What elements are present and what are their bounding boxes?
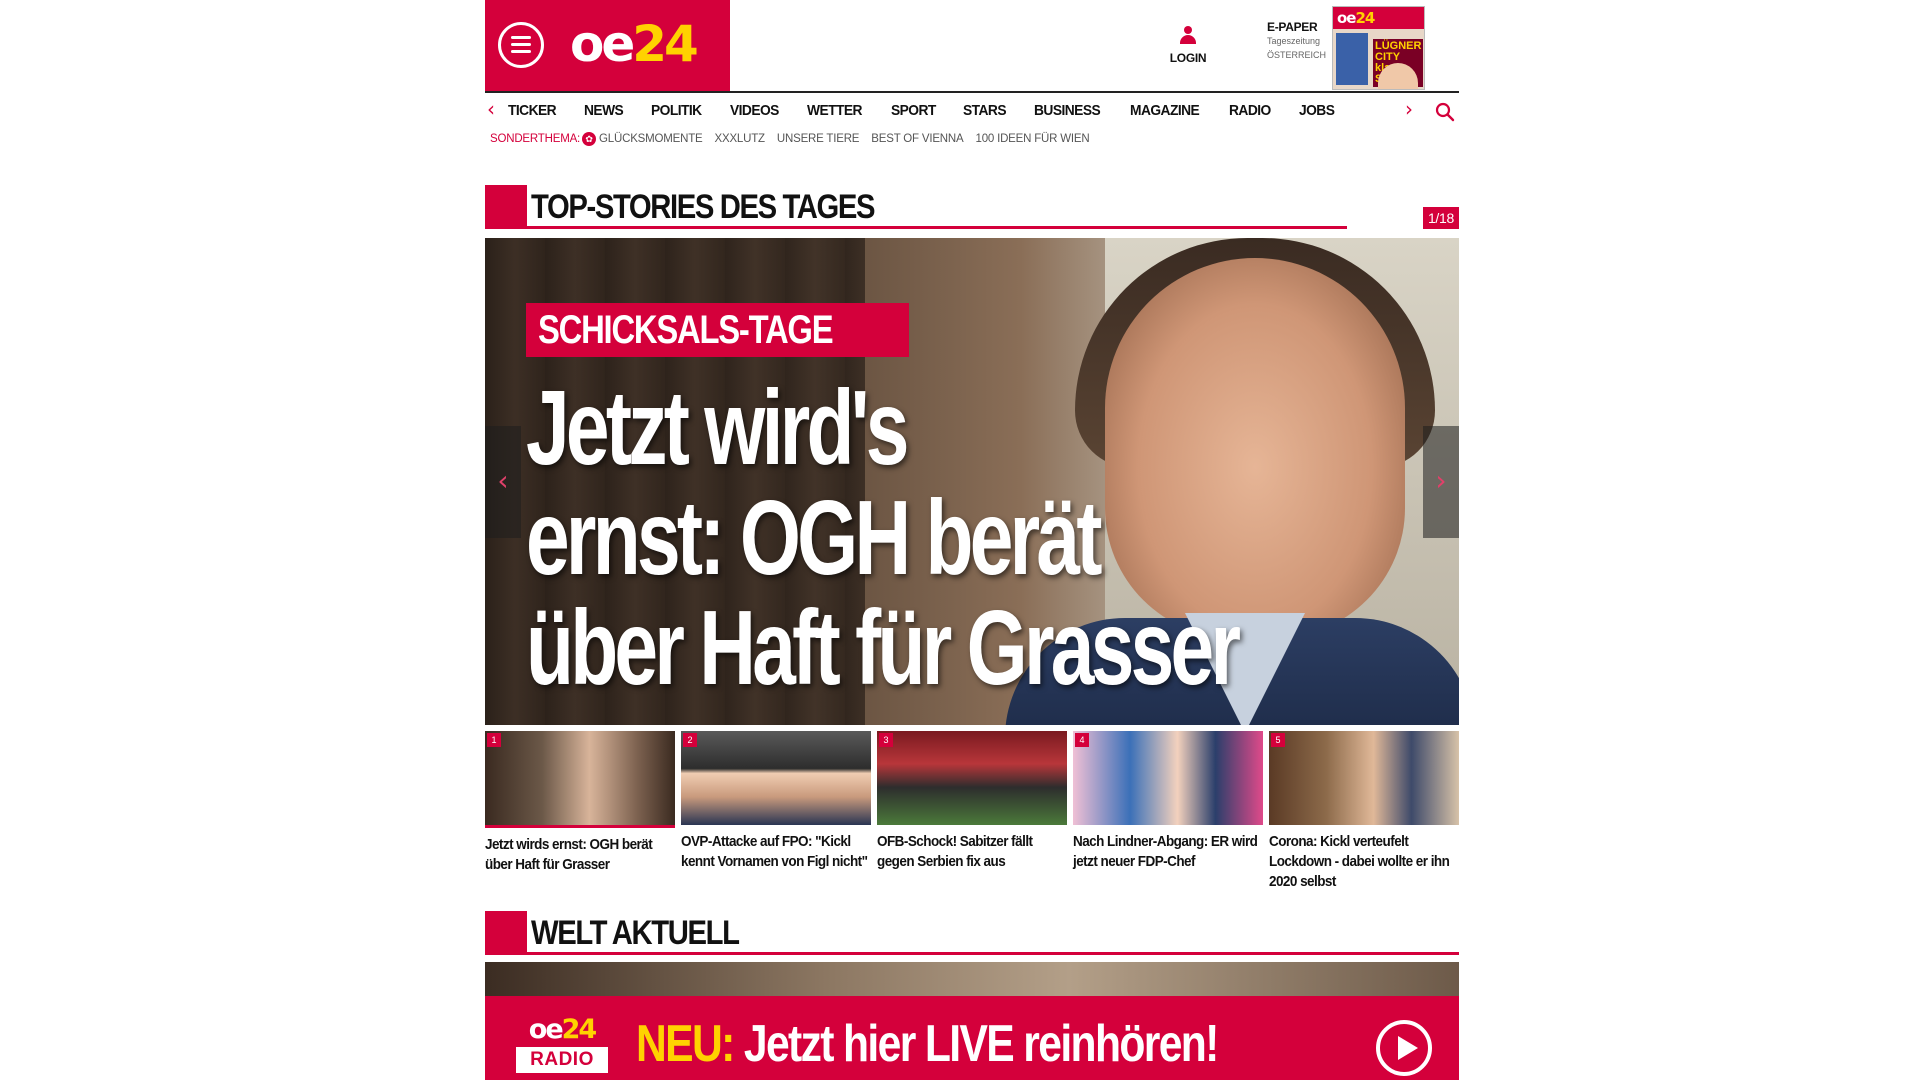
nav-scroll-right-icon[interactable]: ›: [1405, 97, 1413, 121]
site-header: oe24 LOGIN E-PAPER Tageszeitung ÖSTERREI…: [485, 0, 1459, 91]
radio-new-label: NEU:: [636, 1015, 735, 1073]
special-topic-label: SONDERTHEMA:: [490, 133, 581, 145]
radio-cta-text: Jetzt hier LIVE reinhören!: [733, 1015, 1220, 1073]
page: oe24 LOGIN E-PAPER Tageszeitung ÖSTERREI…: [485, 0, 1459, 1080]
hero-image: [1105, 258, 1405, 638]
hero-slide[interactable]: ‹ › SCHICKSALS-TAGE Jetzt wird's ernst: …: [485, 238, 1459, 725]
thumb-number: 4: [1075, 733, 1089, 747]
thumb-image: 3: [877, 731, 1067, 825]
special-topic-link[interactable]: UNSERE TIERE: [777, 133, 860, 145]
hero-headline-line: über Haft für Grasser: [526, 589, 1241, 707]
story-thumb[interactable]: 5 Corona: Kickl verteufelt Lockdown - da…: [1269, 731, 1459, 896]
nav-item-sport[interactable]: SPORT: [891, 102, 936, 119]
section-underline: [527, 226, 1347, 229]
oe24-radio-logo: oe24 RADIO: [516, 1016, 608, 1078]
nav-item-stars[interactable]: STARS: [963, 102, 1007, 119]
epaper-link[interactable]: E-PAPER Tageszeitung ÖSTERREICH: [1267, 20, 1329, 62]
special-topic-link[interactable]: 100 IDEEN FÜR WIEN: [976, 133, 1090, 145]
radio-banner-text: NEU: Jetzt hier LIVE reinhören!: [636, 1013, 1220, 1075]
thumb-title: Jetzt wirds ernst: OGH berät über Haft f…: [485, 836, 653, 873]
story-thumb[interactable]: 4 Nach Lindner-Abgang: ER wird jetzt neu…: [1073, 731, 1263, 896]
radio-live-banner[interactable]: oe24 RADIO NEU: Jetzt hier LIVE reinhöre…: [485, 996, 1459, 1080]
logo-24-text: 24: [632, 15, 699, 73]
slide-counter: 1/18: [1422, 207, 1459, 229]
thumb-image: 2: [681, 731, 871, 825]
epaper-cover-image[interactable]: oe24 LÜGNER CITY klagt Simone: [1332, 6, 1425, 90]
thumb-title: OFB-Schock! Sabitzer fällt gegen Serbien…: [877, 833, 1033, 870]
section-marker: [485, 911, 527, 955]
thumb-number: 5: [1271, 733, 1285, 747]
story-thumb[interactable]: 2 OVP-Attacke auf FPO: "Kickl kennt Vorn…: [681, 731, 871, 896]
thumb-number: 2: [683, 733, 697, 747]
thumb-image: 4: [1073, 731, 1263, 825]
main-nav: ‹ TICKER NEWS POLITIK VIDEOS WETTER SPOR…: [485, 91, 1459, 127]
hero-headline[interactable]: Jetzt wird's ernst: OGH berät über Haft …: [526, 369, 1241, 707]
story-thumb[interactable]: 3 OFB-Schock! Sabitzer fällt gegen Serbi…: [877, 731, 1067, 896]
nav-item-radio[interactable]: RADIO: [1229, 102, 1271, 119]
special-topic-link[interactable]: BEST OF VIENNA: [871, 133, 963, 145]
nav-item-business[interactable]: BUSINESS: [1034, 102, 1101, 119]
menu-icon[interactable]: [498, 22, 544, 68]
epaper-title: E-PAPER: [1267, 20, 1318, 34]
user-icon: [1180, 26, 1196, 46]
section-title: TOP-STORIES DES TAGES: [531, 188, 876, 226]
flower-icon: ✿: [582, 132, 597, 146]
special-topic-link[interactable]: XXXLUTZ: [715, 133, 766, 145]
hero-headline-line: ernst: OGH berät: [526, 479, 1103, 597]
section-marker: [485, 185, 527, 229]
nav-item-jobs[interactable]: JOBS: [1299, 102, 1335, 119]
section-title: WELT AKTUELL: [531, 914, 740, 952]
nav-items: TICKER NEWS POLITIK VIDEOS WETTER SPORT …: [508, 102, 1361, 119]
logo-box: oe24: [485, 0, 730, 91]
story-thumbnails: 1 Jetzt wirds ernst: OGH berät über Haft…: [485, 731, 1459, 896]
nav-item-politik[interactable]: POLITIK: [651, 102, 702, 119]
nav-item-wetter[interactable]: WETTER: [807, 102, 863, 119]
epaper-subtitle-2: ÖSTERREICH: [1267, 50, 1327, 60]
thumb-title: Corona: Kickl verteufelt Lockdown - dabe…: [1269, 833, 1450, 890]
oe24-logo[interactable]: oe24: [570, 12, 699, 76]
epaper-subtitle: Tageszeitung: [1267, 36, 1321, 46]
special-topic-link[interactable]: GLÜCKSMOMENTE: [599, 133, 703, 145]
play-icon[interactable]: [1376, 1020, 1432, 1076]
hero-headline-line: Jetzt wird's: [526, 369, 909, 487]
hero-kicker: SCHICKSALS-TAGE: [526, 303, 909, 357]
welt-aktuell-image[interactable]: [485, 962, 1459, 996]
radio-tag: RADIO: [516, 1047, 608, 1073]
section-underline: [527, 952, 1459, 955]
nav-scroll-left-icon[interactable]: ‹: [487, 97, 495, 121]
nav-item-videos[interactable]: VIDEOS: [730, 102, 779, 119]
cover-logo: oe24: [1337, 9, 1375, 27]
logo-oe-text: oe: [570, 15, 635, 73]
search-icon[interactable]: [1435, 102, 1455, 122]
carousel-prev-icon[interactable]: ‹: [485, 426, 521, 538]
section-header-top-stories: TOP-STORIES DES TAGES 1/18: [485, 185, 1459, 229]
thumb-number: 3: [879, 733, 893, 747]
nav-item-magazine[interactable]: MAGAZINE: [1130, 102, 1200, 119]
thumb-number: 1: [487, 733, 501, 747]
story-thumb[interactable]: 1 Jetzt wirds ernst: OGH berät über Haft…: [485, 731, 675, 896]
carousel-next-icon[interactable]: ›: [1423, 426, 1459, 538]
thumb-title: OVP-Attacke auf FPO: "Kickl kennt Vornam…: [681, 833, 868, 870]
special-topics-bar: SONDERTHEMA: ✿ GLÜCKSMOMENTE XXXLUTZ UNS…: [490, 132, 1101, 146]
thumb-title: Nach Lindner-Abgang: ER wird jetzt neuer…: [1073, 833, 1258, 870]
thumb-image: 1: [485, 731, 675, 828]
login-label: LOGIN: [1169, 51, 1207, 65]
nav-item-news[interactable]: NEWS: [584, 102, 624, 119]
nav-item-ticker[interactable]: TICKER: [508, 102, 557, 119]
login-button[interactable]: LOGIN: [1165, 26, 1211, 65]
section-header-welt-aktuell: WELT AKTUELL: [485, 911, 1459, 955]
thumb-image: 5: [1269, 731, 1459, 825]
